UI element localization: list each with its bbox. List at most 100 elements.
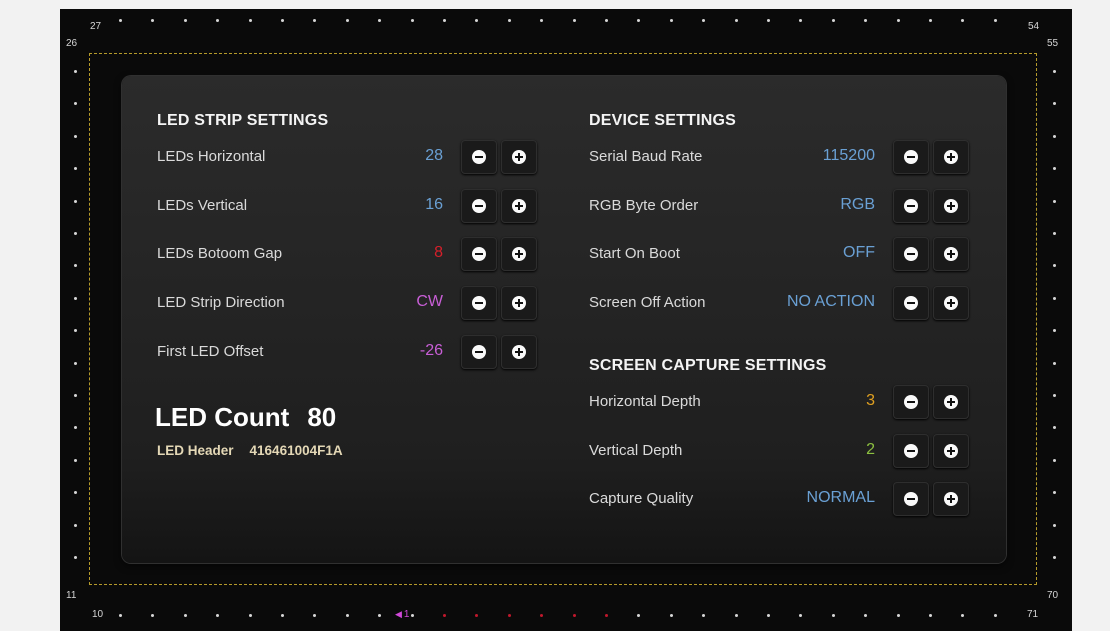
increment-button[interactable] (933, 385, 969, 419)
setting-value: 28 (425, 147, 443, 164)
led-dot (74, 361, 77, 365)
minus-circle-icon (904, 443, 918, 458)
setting-label: RGB Byte Order (589, 196, 699, 214)
decrement-button[interactable] (461, 188, 497, 223)
setting-value: 115200 (822, 147, 875, 164)
plus-circle-icon (944, 492, 958, 507)
led-dot (993, 614, 997, 617)
led-dot (443, 614, 446, 617)
setting-value: 16 (425, 195, 443, 213)
minus-circle-icon (472, 198, 486, 213)
increment-button[interactable] (501, 188, 537, 223)
setting-value: NO ACTION (786, 293, 875, 311)
led-dot (767, 19, 770, 22)
decrement-button[interactable] (461, 237, 497, 272)
decrement-button[interactable] (893, 433, 929, 468)
increment-button[interactable] (933, 188, 969, 223)
decrement-button[interactable] (893, 385, 929, 419)
led-dot (74, 458, 77, 462)
minus-circle-icon (472, 150, 486, 164)
decrement-button[interactable] (461, 140, 497, 174)
plus-circle-icon (944, 395, 958, 409)
setting-value: RGB (840, 195, 875, 213)
led-dot (345, 614, 349, 617)
plus-circle-icon (512, 247, 526, 262)
increment-button[interactable] (933, 433, 969, 468)
led-dot (1053, 556, 1056, 559)
led-dot (410, 614, 414, 617)
setting-label: LEDs Vertical (157, 196, 248, 214)
led-dot (1053, 134, 1056, 138)
led-dot (929, 19, 932, 22)
led-dot (74, 296, 77, 300)
minus-circle-icon (904, 198, 918, 213)
led-dot (929, 614, 932, 617)
setting-value: 2 (866, 440, 875, 458)
led-dot (248, 614, 252, 617)
setting-value: CW (416, 293, 443, 311)
increment-button[interactable] (501, 140, 537, 174)
led-dot (767, 614, 770, 617)
increment-button[interactable] (501, 237, 537, 272)
minus-circle-icon (904, 395, 918, 409)
decrement-button[interactable] (893, 237, 929, 272)
setting-label: Serial Baud Rate (589, 148, 703, 165)
setting-label: Vertical Depth (589, 441, 683, 459)
led-dot (119, 19, 122, 22)
decrement-button[interactable] (893, 286, 929, 321)
setting-label: LEDs Botoom Gap (157, 245, 283, 263)
decrement-button[interactable] (461, 286, 497, 321)
increment-button[interactable] (933, 237, 969, 272)
led-dot (507, 614, 511, 617)
corner-label-top-left: 26 (66, 38, 78, 49)
led-dot (605, 614, 608, 617)
led-dot (993, 19, 997, 22)
corner-label-bottom-left-inner: 10 (92, 609, 104, 620)
increment-button[interactable] (933, 140, 969, 174)
setting-label: LEDs Horizontal (157, 148, 266, 165)
led-dot (74, 556, 77, 559)
plus-circle-icon (512, 344, 526, 359)
led-dot (74, 134, 77, 138)
setting-label: Horizontal Depth (589, 393, 701, 410)
plus-circle-icon (512, 198, 526, 213)
led-dot (74, 394, 77, 397)
setting-label: Screen Off Action (589, 294, 706, 312)
led-dot (896, 614, 900, 617)
led-count-value: 80 (307, 402, 337, 432)
led-dot (1053, 296, 1056, 300)
increment-button[interactable] (933, 286, 969, 321)
led-dot (831, 614, 835, 617)
increment-button[interactable] (501, 334, 537, 369)
corner-label-bottom-right: 70 (1047, 590, 1059, 601)
screen-capture-settings-title: SCREEN CAPTURE SETTINGS (589, 357, 827, 374)
led-dot (1053, 523, 1056, 527)
led-dot (183, 19, 187, 22)
led-dot (74, 199, 77, 203)
led-dot (74, 232, 77, 235)
led-dot (896, 19, 900, 22)
led-dot (281, 614, 284, 617)
led-dot (1053, 70, 1056, 73)
decrement-button[interactable] (893, 140, 929, 174)
plus-circle-icon (944, 443, 958, 458)
decrement-button[interactable] (893, 188, 929, 223)
decrement-button[interactable] (893, 482, 929, 517)
minus-circle-icon (904, 492, 918, 507)
led-dot (281, 19, 284, 22)
setting-value: 3 (866, 392, 875, 409)
minus-circle-icon (472, 296, 486, 311)
plus-circle-icon (512, 150, 526, 164)
led-dot (345, 19, 349, 22)
led-dot (734, 614, 738, 617)
increment-button[interactable] (501, 286, 537, 321)
led-strip-settings-title: LED STRIP SETTINGS (157, 112, 329, 129)
led-dot (1053, 361, 1056, 365)
increment-button[interactable] (933, 482, 969, 517)
setting-value: -26 (419, 341, 443, 359)
plus-circle-icon (944, 198, 958, 213)
plus-circle-icon (512, 296, 526, 311)
decrement-button[interactable] (461, 334, 497, 369)
led-dot (410, 19, 414, 22)
led-dot (507, 19, 511, 22)
